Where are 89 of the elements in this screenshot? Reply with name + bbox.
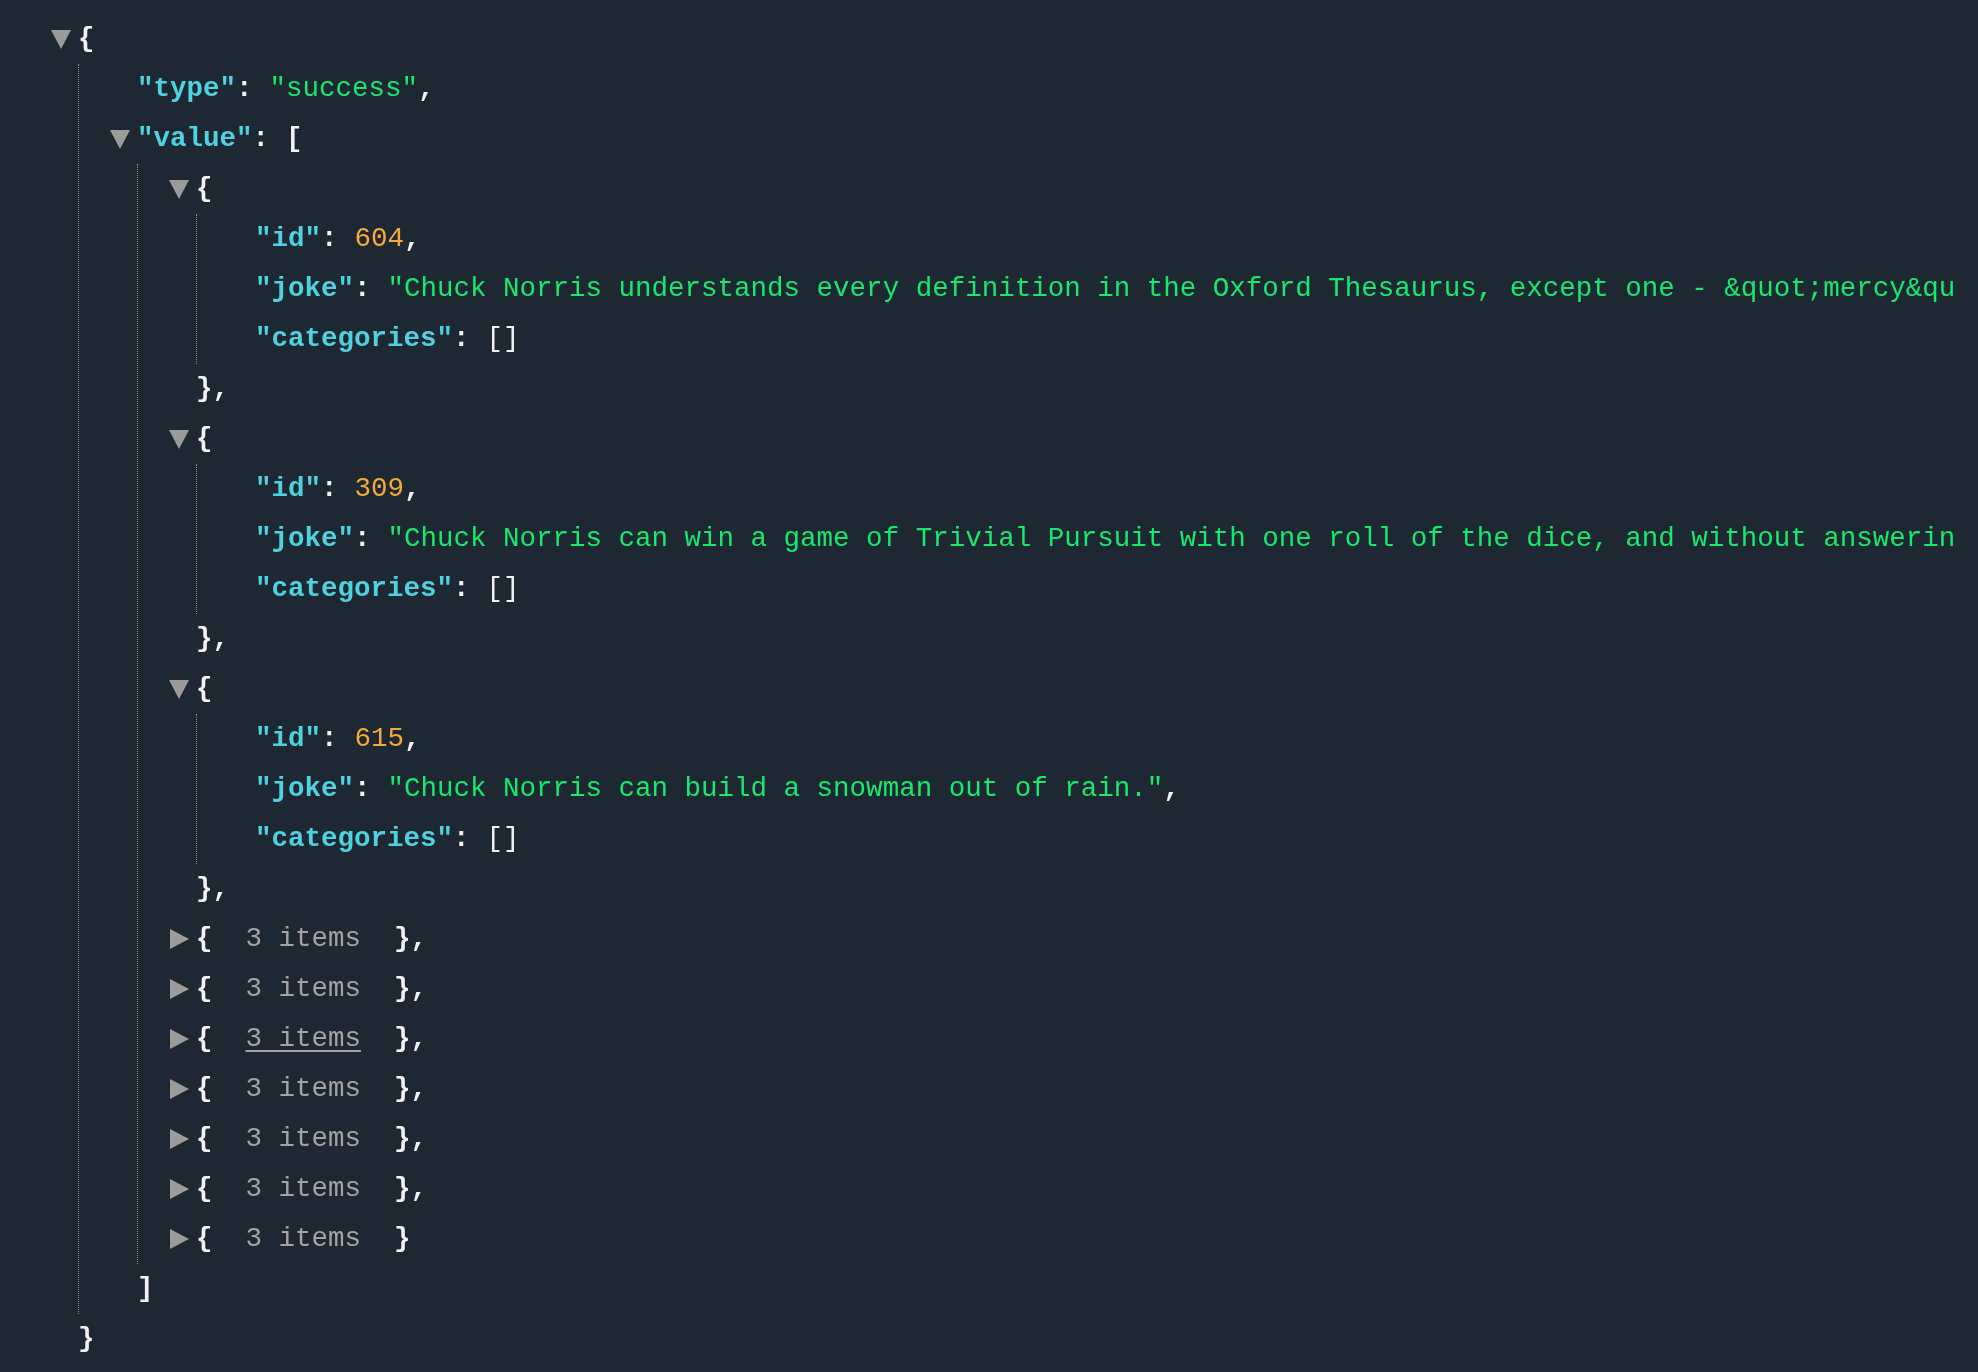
json-key: "categories" [255, 568, 454, 610]
json-key: "id" [255, 468, 321, 510]
punctuation: } [394, 972, 411, 1007]
punctuation: , [404, 222, 421, 257]
caret-right-icon[interactable] [168, 1078, 190, 1100]
collapsed-summary[interactable]: 3 items [245, 1018, 362, 1060]
punctuation: } [394, 1222, 411, 1257]
punctuation: : [354, 272, 371, 307]
punctuation: , [410, 1172, 428, 1207]
punctuation: { [196, 1122, 213, 1157]
punctuation: { [196, 1222, 213, 1257]
punctuation: { [196, 922, 213, 957]
punctuation: { [196, 422, 213, 457]
punctuation: , [404, 722, 421, 757]
caret-right-icon[interactable] [168, 1228, 190, 1250]
punctuation: : [354, 772, 371, 807]
punctuation: : [453, 322, 470, 357]
json-key: "categories" [255, 818, 454, 860]
json-value: [] [486, 572, 520, 607]
punctuation: , [212, 872, 230, 907]
punctuation: , [410, 1072, 428, 1107]
json-value: 604 [354, 222, 405, 257]
punctuation: , [404, 472, 421, 507]
collapsed-summary[interactable]: 3 items [245, 968, 362, 1010]
json-key: "joke" [255, 518, 355, 560]
punctuation: } [394, 1022, 411, 1057]
caret-right-icon[interactable] [168, 978, 190, 1000]
json-value: [] [486, 322, 520, 357]
punctuation: : [236, 72, 253, 107]
json-key: "id" [255, 218, 321, 260]
json-value: 615 [354, 722, 405, 757]
json-key: "value" [137, 118, 253, 160]
caret-down-icon[interactable] [109, 128, 131, 150]
json-key: "id" [255, 718, 321, 760]
caret-right-icon[interactable] [168, 1178, 190, 1200]
punctuation: } [394, 922, 411, 957]
punctuation: : [453, 822, 470, 857]
json-key: "categories" [255, 318, 454, 360]
json-key: "joke" [255, 768, 355, 810]
collapsed-summary[interactable]: 3 items [245, 918, 362, 960]
punctuation: } [394, 1172, 411, 1207]
punctuation: } [394, 1072, 411, 1107]
punctuation: { [196, 172, 213, 207]
punctuation: , [1163, 772, 1180, 807]
json-value: 309 [354, 472, 405, 507]
collapsed-summary[interactable]: 3 items [245, 1168, 362, 1210]
punctuation: : [321, 722, 338, 757]
punctuation: { [196, 1022, 213, 1057]
json-value: [] [486, 822, 520, 857]
punctuation: , [212, 622, 230, 657]
json-value: "Chuck Norris understands every definition in the Oxford Thesaurus, except one - &quot;mercy&qu [387, 272, 1956, 307]
caret-right-icon[interactable] [168, 1028, 190, 1050]
json-value: "success" [269, 72, 419, 107]
punctuation: } [78, 1322, 95, 1357]
punctuation: [ [286, 122, 303, 157]
punctuation: } [394, 1122, 411, 1157]
punctuation: } [196, 622, 213, 657]
punctuation: { [196, 972, 213, 1007]
collapsed-summary[interactable]: 3 items [245, 1218, 362, 1260]
punctuation: { [196, 1172, 213, 1207]
json-key: "joke" [255, 268, 355, 310]
caret-down-icon[interactable] [50, 28, 72, 50]
caret-down-icon[interactable] [168, 428, 190, 450]
punctuation: , [212, 372, 230, 407]
punctuation: , [410, 922, 428, 957]
punctuation: : [252, 122, 270, 157]
punctuation: , [410, 972, 428, 1007]
punctuation: } [196, 372, 213, 407]
punctuation: , [418, 72, 435, 107]
json-key: "type" [137, 68, 237, 110]
punctuation: , [410, 1022, 428, 1057]
punctuation: ] [137, 1272, 154, 1307]
caret-right-icon[interactable] [168, 928, 190, 950]
punctuation: } [196, 872, 213, 907]
json-value: "Chuck Norris can build a snowman out of rain." [387, 772, 1164, 807]
collapsed-summary[interactable]: 3 items [245, 1068, 362, 1110]
punctuation: : [321, 472, 338, 507]
punctuation: : [321, 222, 338, 257]
caret-down-icon[interactable] [168, 678, 190, 700]
caret-down-icon[interactable] [168, 178, 190, 200]
json-value: "Chuck Norris can win a game of Trivial Pursuit with one roll of the dice, and without answerin [387, 522, 1956, 557]
punctuation: , [410, 1122, 428, 1157]
punctuation: { [196, 672, 213, 707]
collapsed-summary[interactable]: 3 items [245, 1118, 362, 1160]
punctuation: : [354, 522, 371, 557]
punctuation: : [453, 572, 470, 607]
punctuation: { [78, 22, 95, 57]
caret-right-icon[interactable] [168, 1128, 190, 1150]
punctuation: { [196, 1072, 213, 1107]
